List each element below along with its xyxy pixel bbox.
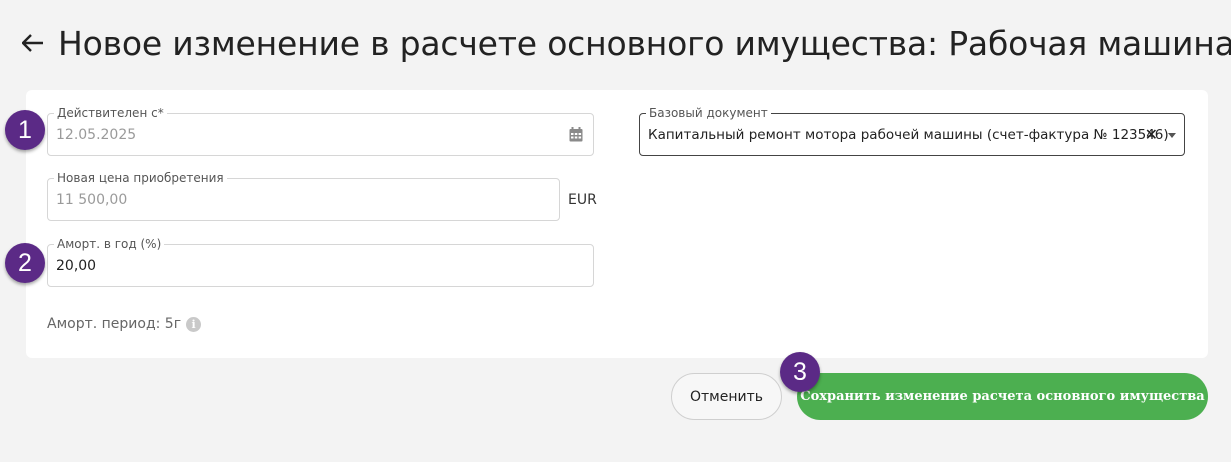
depreciation-period-text: Аморт. период: 5г <box>47 316 182 332</box>
depreciation-period: Аморт. период: 5г i <box>47 316 202 332</box>
back-arrow-icon[interactable] <box>21 31 44 57</box>
depreciation-field[interactable]: Аморт. в год (%) 20,00 <box>47 237 594 287</box>
depreciation-value: 20,00 <box>56 258 97 274</box>
new-price-label: Новая цена приобретения <box>54 171 227 185</box>
valid-from-field[interactable]: Действителен с* 12.05.2025 <box>47 106 594 156</box>
step-badge-2: 2 <box>5 243 45 283</box>
valid-from-value: 12.05.2025 <box>56 127 137 143</box>
cancel-button[interactable]: Отменить <box>671 373 782 420</box>
calendar-icon[interactable] <box>569 127 583 142</box>
page: Новое изменение в расчете основного имущ… <box>0 0 1231 462</box>
base-document-label: Базовый документ <box>646 106 771 120</box>
step-badge-3: 3 <box>780 352 820 392</box>
valid-from-label: Действителен с* <box>54 106 167 120</box>
new-price-field[interactable]: Новая цена приобретения 11 500,00 <box>47 171 560 221</box>
depreciation-label: Аморт. в год (%) <box>54 237 165 251</box>
base-document-value: Капитальный ремонт мотора рабочей машины… <box>648 127 1169 143</box>
chevron-down-icon[interactable] <box>1168 133 1176 138</box>
save-button[interactable]: Сохранить изменение расчета основного им… <box>797 373 1208 420</box>
info-icon[interactable]: i <box>186 316 202 332</box>
currency-unit: EUR <box>568 192 597 208</box>
base-document-select[interactable]: Базовый документ Капитальный ремонт мото… <box>639 106 1185 156</box>
page-title: Новое изменение в расчете основного имущ… <box>58 24 1231 63</box>
page-header: Новое изменение в расчете основного имущ… <box>21 24 1231 63</box>
clear-icon[interactable]: ✕ <box>1145 125 1158 144</box>
step-badge-1: 1 <box>5 110 45 150</box>
new-price-value: 11 500,00 <box>56 192 128 208</box>
